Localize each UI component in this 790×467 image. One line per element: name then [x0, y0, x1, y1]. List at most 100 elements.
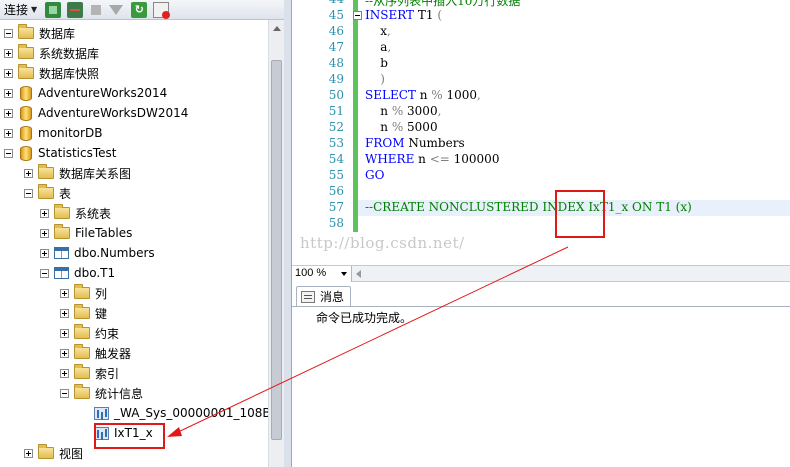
tree-item[interactable]: 统计信息	[60, 383, 143, 403]
tree-item[interactable]: 数据库关系图	[24, 163, 131, 183]
line-number: 46	[328, 24, 344, 38]
fold-toggle-icon[interactable]	[353, 11, 362, 20]
tree-item[interactable]: FileTables	[40, 223, 132, 243]
tree-scrollbar[interactable]	[268, 20, 284, 467]
expand-icon[interactable]	[60, 288, 69, 298]
tree-item[interactable]: 表	[24, 183, 71, 203]
tree-item[interactable]: 索引	[60, 363, 119, 383]
code-token: (	[437, 8, 443, 22]
query-editor[interactable]: 44--从序列表中插入10万行数据45INSERT T1 (46 x,47 a,…	[292, 0, 790, 265]
collapse-icon[interactable]	[60, 388, 69, 398]
tree-item[interactable]: _WA_Sys_00000001_108B7	[94, 403, 268, 423]
line-number: 57	[328, 200, 344, 214]
folder-icon	[38, 444, 54, 459]
tree-item[interactable]: 视图	[24, 443, 83, 463]
pane-splitter[interactable]	[284, 0, 292, 467]
zoom-value: 100 %	[295, 267, 327, 279]
tab-divider	[292, 306, 790, 307]
tree-item[interactable]: 系统数据库	[4, 43, 99, 63]
tree-item[interactable]: 数据库	[4, 23, 75, 43]
tab-messages[interactable]: 消息	[296, 286, 352, 306]
tree-item[interactable]: AdventureWorks2014	[4, 83, 167, 103]
tree-item[interactable]: AdventureWorksDW2014	[4, 103, 188, 123]
filter-icon[interactable]	[109, 4, 124, 15]
zoom-dropdown-icon[interactable]	[341, 272, 347, 276]
code-token: x	[365, 24, 388, 38]
tree-item[interactable]: StatisticsTest	[4, 143, 117, 163]
line-number: 56	[328, 184, 344, 198]
connect-button[interactable]: 连接	[4, 1, 28, 18]
expand-icon[interactable]	[60, 348, 69, 358]
code-text: INSERT T1 (	[365, 8, 442, 22]
expand-icon[interactable]	[40, 228, 49, 238]
scrollbar-thumb[interactable]	[271, 60, 282, 440]
code-token: n	[414, 152, 430, 166]
folder-icon	[74, 304, 90, 319]
table-icon	[54, 247, 69, 259]
expand-icon[interactable]	[24, 168, 33, 178]
expand-icon[interactable]	[4, 88, 13, 98]
refresh-icon[interactable]: ↻	[131, 1, 148, 18]
expand-icon[interactable]	[4, 128, 13, 138]
code-token: INSERT	[365, 8, 415, 22]
zoom-select[interactable]: 100 %	[292, 266, 352, 282]
tree-item[interactable]: 触发器	[60, 343, 131, 363]
connect-dropdown-icon[interactable]: ▼	[31, 5, 37, 14]
tree-item[interactable]: 约束	[60, 323, 119, 343]
code-token: GO	[365, 168, 385, 182]
code-line: 55 GO	[292, 168, 790, 184]
database-icon	[20, 125, 32, 141]
expand-icon[interactable]	[4, 48, 13, 58]
folder-icon	[74, 324, 90, 339]
tree-item-label: dbo.Numbers	[74, 246, 155, 260]
expand-icon[interactable]	[40, 208, 49, 218]
code-token: )	[365, 72, 385, 86]
object-explorer: 连接 ▼ ↻ 数据库 系统数据库 数据库快照 AdventureWorks2014 Ad…	[0, 0, 284, 467]
tree-item-label: FileTables	[75, 226, 133, 240]
tree-item-label: StatisticsTest	[38, 146, 117, 160]
tree-item-label: AdventureWorks2014	[38, 86, 168, 100]
disconnect-icon[interactable]	[67, 1, 84, 18]
tree-item[interactable]: 键	[60, 303, 107, 323]
expand-icon[interactable]	[24, 448, 33, 458]
collapse-icon[interactable]	[40, 268, 49, 278]
collapse-icon[interactable]	[4, 148, 13, 158]
code-line: 56	[292, 184, 790, 200]
code-token: n	[365, 104, 392, 118]
line-number: 55	[328, 168, 344, 182]
object-explorer-toolbar: 连接 ▼ ↻	[0, 0, 284, 20]
collapse-icon[interactable]	[4, 28, 13, 38]
expand-icon[interactable]	[60, 368, 69, 378]
tree-item-label: 数据库关系图	[59, 166, 132, 181]
folder-icon	[74, 364, 90, 379]
collapse-icon[interactable]	[24, 188, 33, 198]
folder-icon	[38, 184, 54, 199]
tree-item[interactable]: dbo.Numbers	[40, 243, 155, 263]
connect-icon[interactable]	[45, 1, 62, 18]
tree-item[interactable]: 系统表	[40, 203, 111, 223]
folder-icon	[54, 224, 70, 239]
code-token: 5000	[403, 120, 438, 134]
expand-icon[interactable]	[4, 68, 13, 78]
code-line: 50 SELECT n % 1000,	[292, 88, 790, 104]
message-icon	[301, 290, 315, 303]
tree-item[interactable]: dbo.T1	[40, 263, 115, 283]
database-icon	[20, 145, 32, 161]
zoom-bar: 100 %	[292, 265, 790, 282]
code-line: 47 a,	[292, 40, 790, 56]
database-icon	[20, 105, 32, 121]
expand-icon[interactable]	[4, 108, 13, 118]
tree-item[interactable]: 列	[60, 283, 107, 303]
code-token: 3000	[403, 104, 438, 118]
scroll-left-icon[interactable]	[356, 270, 361, 278]
expand-icon[interactable]	[40, 248, 49, 258]
scroll-up-icon[interactable]	[273, 26, 281, 31]
annotation-box-tree	[94, 423, 165, 449]
summary-icon[interactable]	[153, 1, 171, 19]
tree-item[interactable]: 数据库快照	[4, 63, 99, 83]
expand-icon[interactable]	[60, 308, 69, 318]
expand-icon[interactable]	[60, 328, 69, 338]
stop-icon[interactable]	[91, 4, 102, 15]
tree-item-label: monitorDB	[38, 126, 103, 140]
tree-item[interactable]: monitorDB	[4, 123, 102, 143]
